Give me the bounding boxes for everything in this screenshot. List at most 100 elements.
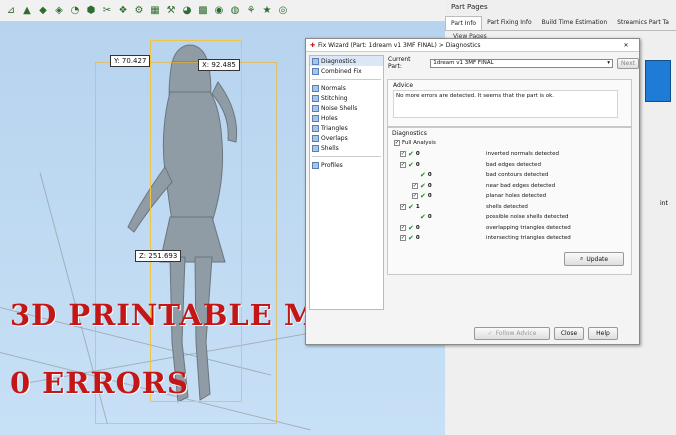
check-icon: ✔ — [408, 160, 414, 169]
dimension-y: Y: 70.427 — [110, 55, 151, 67]
holes-icon — [312, 114, 319, 122]
row-checkbox[interactable]: ✓ — [400, 203, 406, 210]
star-icon[interactable]: ★ — [260, 4, 274, 18]
diagnostics-label: Diagnostics — [392, 130, 427, 137]
check-icon: ✓ — [487, 330, 493, 337]
check-icon: ✔ — [408, 223, 414, 232]
measure-icon[interactable]: ⊿ — [4, 4, 18, 18]
dialog-titlebar: ✚ Fix Wizard (Part: 1dream v1 3MF FINAL)… — [306, 39, 639, 52]
cube-icon[interactable]: ◆ — [36, 4, 50, 18]
fix-wizard-dialog: ✚ Fix Wizard (Part: 1dream v1 3MF FINAL)… — [305, 38, 640, 345]
triangle-icon[interactable]: ▲ — [20, 4, 34, 18]
nav-item-holes[interactable]: Holes — [310, 113, 383, 123]
gear-icon[interactable]: ⚙ — [132, 4, 146, 18]
full-analysis-checkbox[interactable]: ✓ — [394, 140, 400, 146]
check-icon: ✔ — [420, 171, 426, 179]
nav-item-overlaps[interactable]: Overlaps — [310, 133, 383, 143]
diagnostics-panel: Diagnostics ✓ Full Analysis ⌕ Update ✓ ✔ 0… — [387, 127, 632, 275]
row-count: 0 — [427, 182, 432, 189]
row-count: 0 — [427, 193, 432, 199]
check-icon: ✔ — [420, 213, 426, 221]
cube-group-icon[interactable]: ❖ — [116, 4, 130, 18]
dialog-title: Fix Wizard (Part: 1dream v1 3MF FINAL) >… — [318, 41, 481, 49]
current-part-row: Current Part: 1dream v1 3MF FINAL ▾ Next — [388, 56, 639, 70]
row-count: 0 — [427, 214, 432, 220]
main-toolbar: ⊿ ▲ ◆ ◈ ◔ ⬢ ✂ ❖ ⚙ ▦ ⚒ ◕ ▩ ◉ ◍ ⚘ ★ ◎ — [0, 0, 445, 22]
diagnostics-icon — [312, 57, 319, 65]
row-label: planar holes detected — [486, 193, 547, 199]
advice-text: No more errors are detected. It seems th… — [393, 90, 618, 118]
row-checkbox[interactable]: ✓ — [412, 182, 418, 189]
chart-icon[interactable]: ▦ — [148, 4, 162, 18]
tag-icon[interactable]: ⬢ — [84, 4, 98, 18]
check-icon: ✔ — [420, 192, 426, 200]
combined-fix-icon — [312, 67, 319, 75]
side-panel-tabs: Part Info Part Fixing Info Build Time Es… — [445, 16, 676, 31]
full-analysis-row[interactable]: ✓ Full Analysis — [394, 139, 436, 147]
fix-wizard-icon: ✚ — [310, 41, 316, 49]
row-label: possible noise shells detected — [486, 214, 569, 220]
nav-item-combined-fix[interactable]: Combined Fix — [310, 66, 383, 76]
nav-item-profiles[interactable]: Profiles — [310, 160, 383, 170]
diagnostics-row: ✓ ✔ 0 overlapping triangles detected — [400, 223, 571, 232]
row-checkbox[interactable]: ✓ — [400, 235, 406, 241]
shape-icon[interactable]: ◈ — [52, 4, 66, 18]
side-panel-title: Part Pages — [451, 3, 488, 11]
row-checkbox[interactable]: ✓ — [412, 193, 418, 199]
triangles-icon — [312, 124, 319, 132]
gauge-icon[interactable]: ◔ — [68, 4, 82, 18]
tab-streamics-part[interactable]: Streamics Part Ta — [612, 16, 674, 30]
tab-build-time-estimation[interactable]: Build Time Estimation — [537, 16, 613, 30]
dimension-x: X: 92.485 — [198, 59, 240, 71]
tree-icon[interactable]: ⚘ — [244, 4, 258, 18]
row-checkbox[interactable]: ✓ — [400, 151, 406, 157]
filter-icon[interactable]: ◍ — [228, 4, 242, 18]
next-button[interactable]: Next — [617, 57, 639, 69]
pie-icon[interactable]: ◕ — [180, 4, 194, 18]
nav-item-normals[interactable]: Normals — [310, 83, 383, 93]
palette-icon[interactable]: ◉ — [212, 4, 226, 18]
help-button[interactable]: Help — [588, 327, 618, 340]
close-button[interactable]: Close — [554, 327, 584, 340]
row-label: bad edges detected — [486, 161, 541, 168]
check-icon: ✔ — [408, 234, 414, 242]
chevron-down-icon: ▾ — [607, 60, 611, 66]
check-icon: ✔ — [408, 202, 414, 211]
row-count: 0 — [427, 172, 432, 178]
current-part-select[interactable]: 1dream v1 3MF FINAL ▾ — [430, 58, 614, 68]
current-part-label: Current Part: — [388, 56, 411, 70]
dialog-footer: ✓ Follow Advice Close Help — [474, 327, 618, 340]
grid-icon[interactable]: ▩ — [196, 4, 210, 18]
tab-part-fixing-info[interactable]: Part Fixing Info — [482, 16, 537, 30]
nav-item-triangles[interactable]: Triangles — [310, 123, 383, 133]
row-checkbox[interactable]: ✓ — [400, 224, 406, 231]
nav-divider — [312, 156, 381, 157]
overlaps-icon — [312, 134, 319, 142]
nav-item-shells[interactable]: Shells — [310, 143, 383, 153]
diagnostics-row: ✓ ✔ 0 near bad edges detected — [412, 182, 555, 190]
update-button[interactable]: ⌕ Update — [564, 252, 624, 266]
advice-label: Advice — [393, 82, 414, 89]
profiles-icon — [312, 161, 319, 169]
tab-part-info[interactable]: Part Info — [445, 16, 483, 30]
tools-icon[interactable]: ⚒ — [164, 4, 178, 18]
full-analysis-label: Full Analysis — [402, 140, 436, 146]
close-icon[interactable]: ✕ — [617, 40, 635, 50]
row-label: inverted normals detected — [486, 151, 560, 157]
row-count: 0 — [415, 161, 420, 168]
nav-item-stitching[interactable]: Stitching — [310, 93, 383, 103]
follow-advice-button[interactable]: ✓ Follow Advice — [474, 327, 550, 340]
noise-shells-icon — [312, 104, 319, 112]
nav-item-noise-shells[interactable]: Noise Shells — [310, 103, 383, 113]
diagnostics-row: ✔ 0 possible noise shells detected — [412, 213, 569, 221]
row-label: bad contours detected — [486, 172, 549, 178]
magnifier-icon: ⌕ — [579, 255, 584, 262]
cut-icon[interactable]: ✂ — [100, 4, 114, 18]
diagnostics-row: ✓ ✔ 0 intersecting triangles detected — [400, 234, 571, 242]
row-checkbox[interactable]: ✓ — [400, 161, 406, 168]
eye-icon[interactable]: ◎ — [276, 4, 290, 18]
row-label: overlapping triangles detected — [486, 224, 571, 231]
nav-item-diagnostics[interactable]: Diagnostics — [310, 56, 383, 66]
nav-divider — [312, 79, 381, 80]
stitching-icon — [312, 94, 319, 102]
